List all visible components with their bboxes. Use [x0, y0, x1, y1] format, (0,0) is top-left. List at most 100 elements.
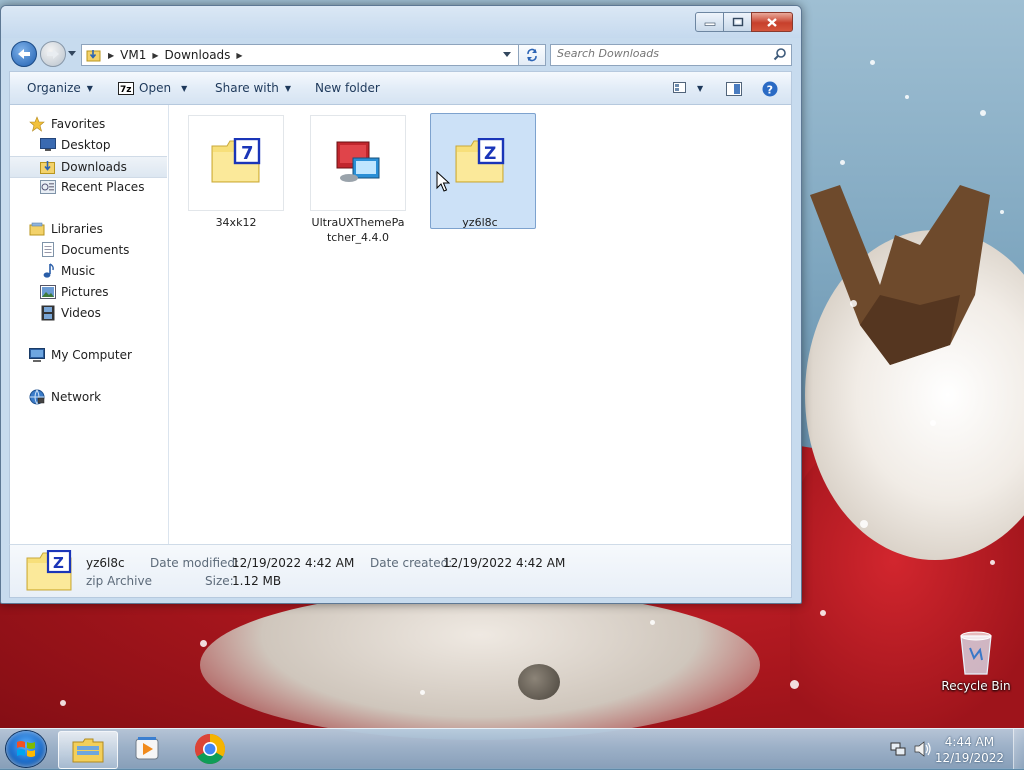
forward-arrow-icon [47, 49, 59, 59]
details-file-type: zip Archive [86, 574, 152, 588]
address-history-dropdown-icon[interactable] [502, 51, 512, 59]
chrome-icon [194, 734, 226, 765]
forward-button[interactable] [40, 41, 66, 67]
help-button[interactable]: ? [762, 81, 778, 97]
file-name: 34xk12 [215, 216, 257, 229]
nav-my-computer[interactable]: My Computer [10, 345, 167, 365]
refresh-icon [527, 48, 537, 62]
svg-text:?: ? [767, 84, 773, 97]
organize-label: Organize [27, 81, 81, 95]
address-bar[interactable]: ▶ VM1 ▶ Downloads ▶ [81, 44, 519, 66]
svg-text:Z: Z [484, 144, 496, 164]
recent-pages-dropdown-icon[interactable] [67, 50, 77, 58]
nav-libraries-label: Libraries [51, 222, 103, 236]
file-thumbnail: 7 [188, 115, 284, 211]
file-thumbnail: Z [432, 115, 528, 211]
new-folder-button[interactable]: New folder [315, 81, 380, 95]
breadcrumb-vm1[interactable]: VM1 [120, 48, 146, 62]
nav-pictures[interactable]: Pictures [10, 282, 167, 302]
size-label: Size: [205, 574, 234, 588]
film-strip-icon [40, 305, 56, 321]
wallpaper-beard [200, 590, 760, 740]
wallpaper-glove [810, 185, 990, 365]
nav-favorites[interactable]: Favorites [10, 114, 167, 134]
snowflake [200, 640, 207, 647]
system-clock[interactable]: 4:44 AM 12/19/2022 [935, 734, 1004, 766]
open-button[interactable]: 7z Open ▼ [118, 81, 187, 95]
pictures-icon [40, 284, 56, 300]
show-desktop-button[interactable] [1013, 729, 1024, 769]
nav-music[interactable]: Music [10, 261, 167, 281]
chevron-down-icon: ▼ [86, 83, 93, 93]
search-icon[interactable] [773, 47, 787, 61]
start-button[interactable] [6, 731, 46, 767]
nav-downloads[interactable]: Downloads [10, 156, 167, 178]
navigation-pane: Favorites Desktop Downloads Recent Place… [10, 105, 169, 545]
file-item[interactable]: UltraUXThemePatcher_4.4.0 [310, 115, 406, 245]
nav-network-label: Network [51, 390, 102, 404]
volume-icon[interactable] [914, 741, 932, 757]
7z-archive-icon: 7 [211, 138, 261, 183]
view-icon [673, 82, 686, 93]
taskbar-explorer-button[interactable] [58, 731, 118, 769]
downloads-folder-icon [86, 50, 101, 62]
breadcrumb-downloads[interactable]: Downloads [165, 48, 231, 62]
snowflake [990, 560, 995, 565]
size-value: 1.12 MB [232, 574, 282, 588]
refresh-button[interactable] [518, 44, 546, 66]
snowflake [905, 95, 909, 99]
command-bar: Organize ▼ 7z Open ▼ Share with ▼ New fo… [9, 71, 792, 105]
nav-desktop-label: Desktop [61, 138, 111, 152]
breadcrumb-separator-icon[interactable]: ▶ [236, 51, 242, 60]
taskbar-chrome-button[interactable] [181, 731, 239, 767]
maximize-button[interactable] [723, 12, 752, 32]
music-note-icon [40, 263, 56, 279]
nav-videos[interactable]: Videos [10, 303, 167, 323]
close-icon [767, 17, 777, 27]
nav-network[interactable]: Network [10, 387, 167, 407]
snowflake [1000, 210, 1004, 214]
details-file-name: yz6l8c [86, 556, 125, 570]
back-arrow-icon [18, 49, 30, 59]
close-button[interactable] [751, 12, 793, 32]
snowflake [980, 110, 986, 116]
preview-pane-button[interactable] [726, 82, 742, 96]
breadcrumb-separator-icon[interactable]: ▶ [108, 51, 114, 60]
snowflake [650, 620, 655, 625]
windows-logo-icon [17, 741, 35, 757]
taskbar-media-player-button[interactable] [118, 731, 176, 767]
open-label: Open [139, 81, 172, 95]
documents-icon [40, 242, 56, 258]
file-item[interactable]: 7 34xk12 [188, 115, 284, 230]
nav-downloads-label: Downloads [61, 160, 127, 174]
minimize-icon [704, 22, 715, 26]
nav-recent-places[interactable]: Recent Places [10, 177, 167, 197]
snowflake [840, 160, 845, 165]
svg-text:7: 7 [241, 143, 254, 164]
title-bar[interactable] [1, 6, 801, 38]
wallpaper-coat-button [518, 664, 560, 700]
file-name: yz6l8c [462, 216, 498, 229]
search-input[interactable] [557, 47, 757, 60]
minimize-button[interactable] [695, 12, 724, 32]
computer-icon [29, 347, 45, 363]
recycle-bin-desktop-icon[interactable]: Recycle Bin [938, 628, 1014, 693]
file-list: 7 34xk12 UltraUXThemePatcher_4.4.0 Z yz6… [169, 105, 791, 545]
nav-documents[interactable]: Documents [10, 240, 167, 260]
search-box[interactable] [550, 44, 792, 66]
share-with-menu[interactable]: Share with ▼ [215, 81, 291, 95]
change-view-button[interactable]: ▼ [673, 82, 703, 94]
network-globe-icon [29, 389, 45, 405]
recent-places-icon [40, 179, 56, 195]
network-status-icon[interactable] [890, 741, 906, 757]
back-button[interactable] [11, 41, 37, 67]
snowflake [420, 690, 425, 695]
taskbar: 4:44 AM 12/19/2022 [0, 728, 1024, 769]
nav-desktop[interactable]: Desktop [10, 135, 167, 155]
organize-menu[interactable]: Organize ▼ [27, 81, 93, 95]
restore-icon [732, 17, 743, 27]
nav-music-label: Music [61, 264, 96, 278]
nav-libraries[interactable]: Libraries [10, 219, 167, 239]
breadcrumb-separator-icon[interactable]: ▶ [152, 51, 158, 60]
new-folder-label: New folder [315, 81, 380, 95]
